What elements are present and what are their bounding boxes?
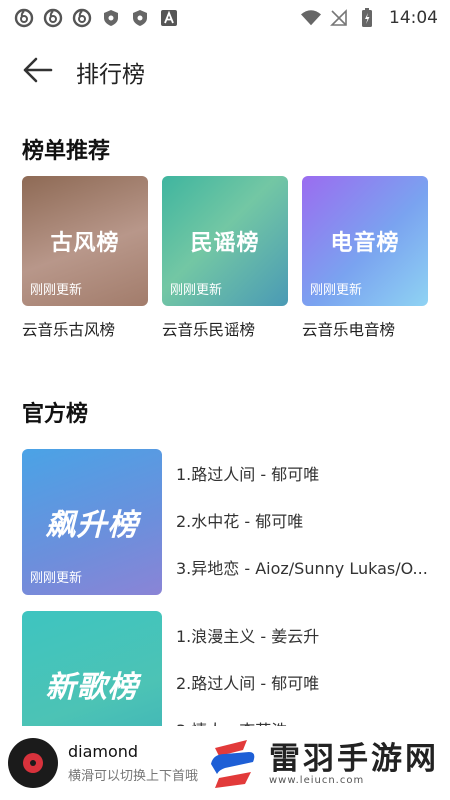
status-time: 14:04 [389,8,438,28]
status-bar-system: 14:04 [301,8,438,28]
track-item: 1.路过人间 - 郁可唯 [176,464,320,484]
back-button[interactable] [18,52,58,92]
watermark-title: 雷羽手游网 [269,740,439,777]
chart-update-label: 刚刚更新 [310,283,363,298]
chart-cover: 民谣榜 刚刚更新 [162,176,288,306]
track-item: 2.路过人间 - 郁可唯 [176,673,320,693]
recommend-list: 古风榜 刚刚更新 云音乐古风榜 民谣榜 刚刚更新 云音乐民谣榜 电音榜 刚刚更新… [22,176,428,340]
player-song-title: diamond [68,742,139,761]
chart-name: 云音乐电音榜 [302,321,396,339]
status-bar: 14:04 [0,0,450,36]
chart-cover: 古风榜 刚刚更新 [22,176,148,306]
watermark-text: 雷羽手游网 www.leiucn.com [269,741,439,786]
recommend-card-minyao[interactable]: 民谣榜 刚刚更新 云音乐民谣榜 [162,176,288,340]
chart-cover: 飙升榜 刚刚更新 [22,449,162,595]
track-item: 2.水中花 - 郁可唯 [176,511,304,531]
chart-name: 云音乐古风榜 [22,321,116,339]
album-disc[interactable] [8,738,58,788]
a-badge-icon [159,8,179,28]
shield-icon [130,8,150,28]
top-tracks-list: 1.路过人间 - 郁可唯 2.水中花 - 郁可唯 3.异地恋 - Aioz/Su… [176,449,432,595]
chart-update-label: 刚刚更新 [170,283,223,298]
disc-hole [30,760,36,766]
no-signal-icon [329,8,349,28]
battery-charging-icon [357,8,377,28]
wifi-icon [301,8,321,28]
chart-cover: 电音榜 刚刚更新 [302,176,428,306]
watermark: 雷羽手游网 www.leiucn.com [205,732,445,794]
player-hint: 横滑可以切换上下首哦 [68,769,199,784]
track-item: 3.异地恋 - Aioz/Sunny Lukas/O... [176,558,428,578]
shield-icon [101,8,121,28]
arrow-left-icon [23,57,53,87]
chart-update-label: 刚刚更新 [30,283,83,298]
page-title: 排行榜 [76,62,145,88]
status-bar-notifications [14,8,179,28]
recommend-card-dianyin[interactable]: 电音榜 刚刚更新 云音乐电音榜 [302,176,428,340]
chart-name: 云音乐民谣榜 [162,321,256,339]
official-chart-soaring[interactable]: 飙升榜 刚刚更新 1.路过人间 - 郁可唯 2.水中花 - 郁可唯 3.异地恋 … [22,449,432,595]
netease-music-icon [14,8,34,28]
watermark-logo-icon [205,734,263,792]
track-item: 1.浪漫主义 - 姜云升 [176,626,320,646]
recommend-section-title: 榜单推荐 [22,139,111,164]
official-section-title: 官方榜 [22,402,89,427]
netease-music-icon [43,8,63,28]
player-info: diamond 横滑可以切换上下首哦 [68,742,208,784]
netease-music-icon [72,8,92,28]
app-header: 排行榜 [0,48,450,96]
chart-update-label: 刚刚更新 [30,571,83,586]
recommend-card-gufeng[interactable]: 古风榜 刚刚更新 云音乐古风榜 [22,176,148,340]
